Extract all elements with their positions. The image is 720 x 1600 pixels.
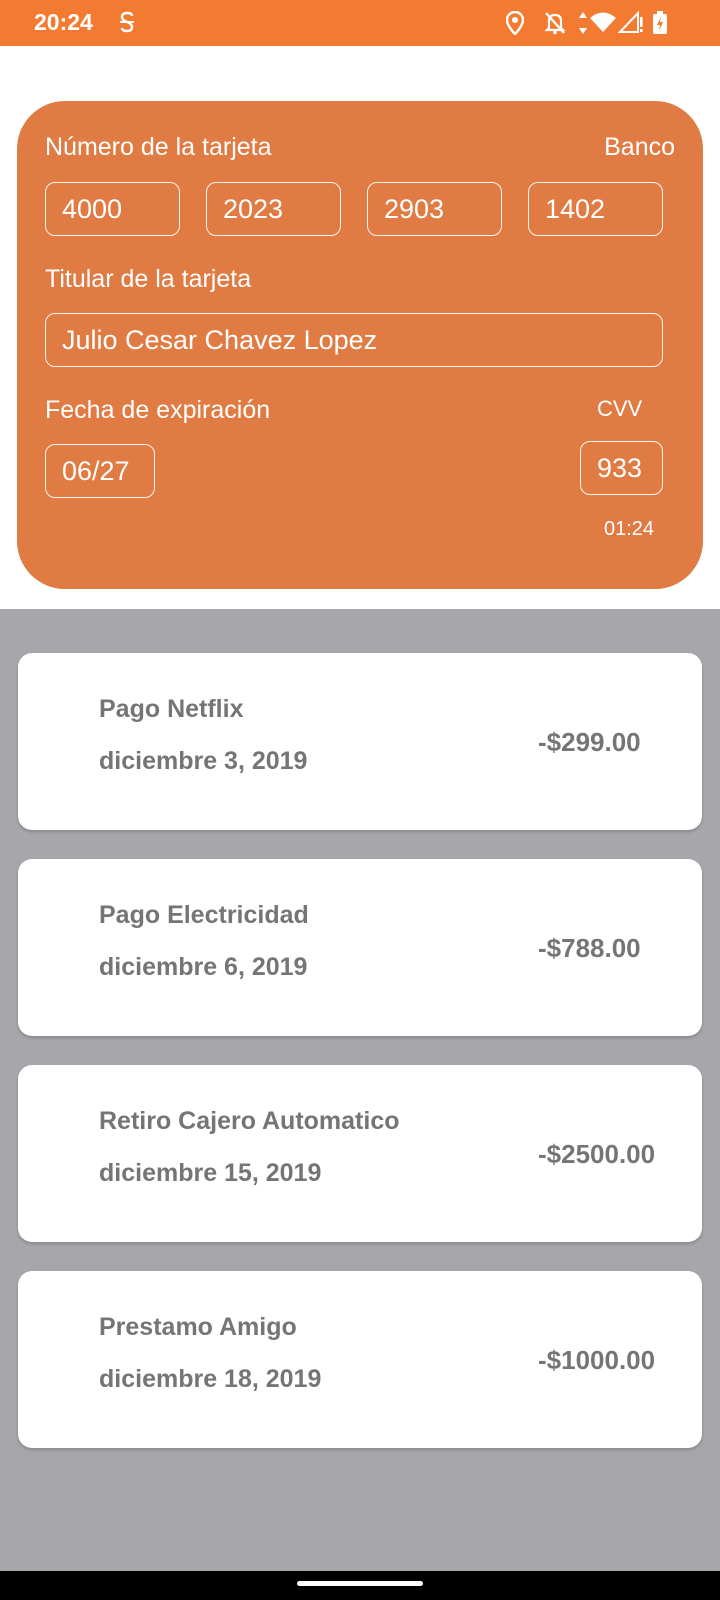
transaction-date: diciembre 6, 2019 [99, 953, 308, 981]
cvv-label: CVV [597, 396, 643, 421]
transaction-title: Pago Electricidad [99, 901, 309, 929]
transaction-item[interactable]: Retiro Cajero Automatico diciembre 15, 2… [18, 1065, 702, 1242]
transaction-title: Pago Netflix [99, 695, 244, 723]
card-number-label: Número de la tarjeta [45, 133, 272, 161]
transaction-amount: -$788.00 [538, 933, 641, 963]
wifi-icon [589, 11, 617, 38]
sim-toolkit-icon [118, 11, 136, 38]
transaction-amount: -$1000.00 [538, 1345, 656, 1375]
signal-icon [617, 10, 644, 38]
transactions-list: Pago Netflix diciembre 3, 2019 -$299.00 … [0, 609, 720, 1571]
card-holder-label: Titular de la tarjeta [45, 265, 252, 293]
transaction-date: diciembre 3, 2019 [99, 747, 308, 775]
home-gesture-handle[interactable] [297, 1581, 423, 1586]
transaction-item[interactable]: Pago Netflix diciembre 3, 2019 -$299.00 [18, 653, 702, 830]
transaction-date: diciembre 18, 2019 [99, 1365, 322, 1393]
status-time: 20:24 [34, 9, 93, 35]
transaction-title: Prestamo Amigo [99, 1313, 297, 1341]
card-number-group-1[interactable]: 4000 [45, 182, 180, 236]
transaction-amount: -$299.00 [538, 727, 641, 757]
card-number-group-4[interactable]: 1402 [528, 182, 663, 236]
cvv-field[interactable]: 933 [580, 441, 663, 495]
transaction-title: Retiro Cajero Automatico [99, 1107, 400, 1135]
battery-charging-icon [652, 11, 668, 40]
location-icon [505, 10, 525, 40]
notifications-off-icon [544, 11, 566, 40]
data-arrows-icon [578, 11, 588, 40]
credit-card: Número de la tarjeta Banco 4000 2023 290… [17, 101, 703, 589]
card-holder-field[interactable]: Julio Cesar Chavez Lopez [45, 313, 663, 367]
card-number-group-3[interactable]: 2903 [367, 182, 502, 236]
transaction-date: diciembre 15, 2019 [99, 1159, 322, 1187]
transaction-item[interactable]: Pago Electricidad diciembre 6, 2019 -$78… [18, 859, 702, 1036]
transaction-amount: -$2500.00 [538, 1139, 656, 1169]
cvv-timer: 01:24 [604, 518, 655, 540]
expiry-label: Fecha de expiración [45, 396, 271, 424]
transaction-item[interactable]: Prestamo Amigo diciembre 18, 2019 -$1000… [18, 1271, 702, 1448]
navigation-bar [0, 1571, 720, 1600]
bank-label: Banco [604, 133, 675, 161]
status-bar: 20:24 [0, 0, 720, 46]
card-number-group-2[interactable]: 2023 [206, 182, 341, 236]
expiry-field[interactable]: 06/27 [45, 444, 155, 498]
